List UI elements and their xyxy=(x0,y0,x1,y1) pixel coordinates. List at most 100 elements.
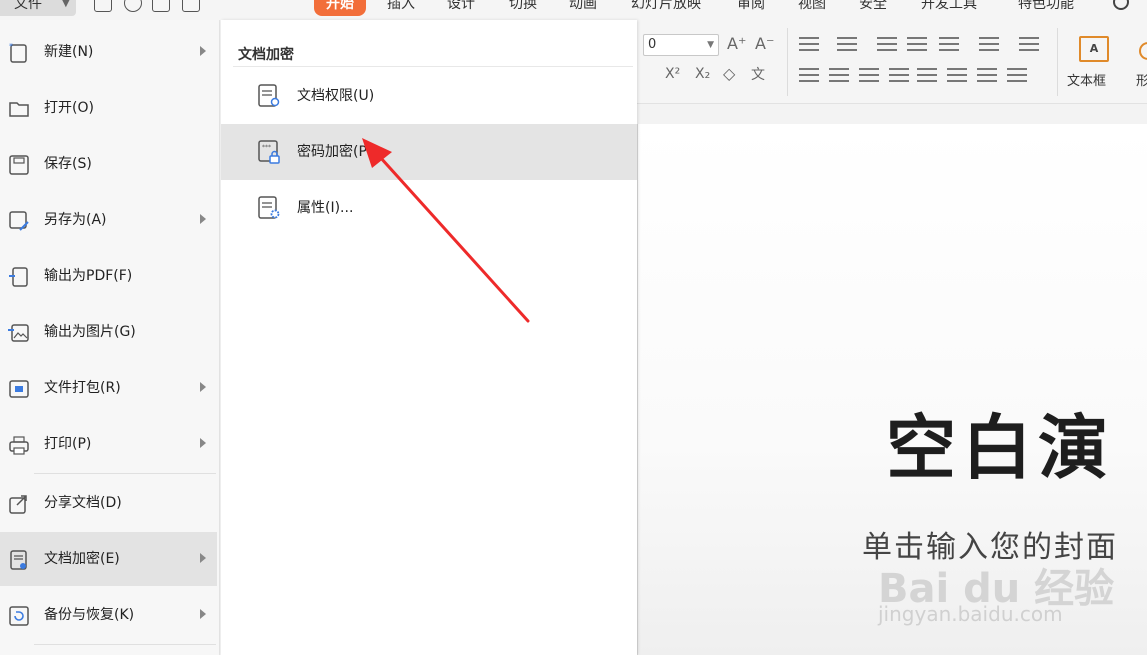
menu-divider xyxy=(34,644,216,645)
chevron-right-icon xyxy=(200,46,206,56)
menu-item-label: 新建(N) xyxy=(44,44,94,60)
ribbon-tab-bar: 文件 ▼ 开始 插入 设计 切换 动画 幻灯片放映 审阅 视图 安全 开发工具 … xyxy=(0,0,1147,20)
submenu-item-permissions[interactable]: 文档权限(U) xyxy=(221,68,637,124)
submenu-title: 文档加密 xyxy=(238,47,294,63)
decrease-indent-icon[interactable] xyxy=(877,37,897,51)
menu-item-label: 文件打包(R) xyxy=(44,380,121,396)
menu-item-export-pdf[interactable]: 输出为PDF(F) xyxy=(0,249,217,303)
shape-icon[interactable] xyxy=(1139,42,1147,60)
align-center-icon[interactable] xyxy=(829,68,849,82)
chevron-right-icon xyxy=(200,382,206,392)
increase-indent-icon[interactable] xyxy=(907,37,927,51)
format-painter-icon[interactable] xyxy=(124,0,142,12)
menu-item-label: 文档加密(E) xyxy=(44,551,120,567)
file-menu-label: 文件 xyxy=(14,0,42,12)
align-right-icon[interactable] xyxy=(859,68,879,82)
line-spacing-icon[interactable] xyxy=(1019,37,1039,51)
search-icon[interactable] xyxy=(1113,0,1129,10)
submenu-item-properties[interactable]: 属性(I)... xyxy=(221,180,637,236)
tab-slideshow[interactable]: 幻灯片放映 xyxy=(631,0,701,16)
textbox-button-label[interactable]: 文本框 xyxy=(1067,70,1106,89)
tab-security[interactable]: 安全 xyxy=(859,0,887,16)
chevron-down-icon: ▼ xyxy=(62,0,70,9)
tab-view[interactable]: 视图 xyxy=(798,0,826,16)
menu-item-open[interactable]: 打开(O) xyxy=(0,81,217,135)
tab-special[interactable]: 特色功能 xyxy=(1018,0,1074,16)
save-as-icon xyxy=(9,211,29,231)
textbox-icon[interactable]: A xyxy=(1079,36,1109,62)
package-icon xyxy=(9,380,29,398)
submenu-item-label: 属性(I)... xyxy=(297,200,354,216)
menu-divider xyxy=(34,473,216,474)
watermark-url: jingyan.baidu.com xyxy=(878,602,1063,626)
increase-font-icon[interactable]: A⁺ xyxy=(727,34,746,53)
menu-item-backup[interactable]: 备份与恢复(K) xyxy=(0,588,217,642)
menu-item-package[interactable]: 文件打包(R) xyxy=(0,361,217,415)
align-left-icon[interactable] xyxy=(799,68,819,82)
menu-item-print[interactable]: 打印(P) xyxy=(0,417,217,471)
toolbar-divider xyxy=(1057,28,1058,96)
svg-text:*: * xyxy=(9,42,13,51)
chevron-right-icon xyxy=(200,609,206,619)
menu-item-new[interactable]: * 新建(N) xyxy=(0,25,217,79)
font-size-value: 0 xyxy=(648,37,657,52)
menu-item-label: 备份与恢复(K) xyxy=(44,607,135,623)
tab-transition[interactable]: 切换 xyxy=(509,0,537,16)
ribbon-toolbar: 0 ▼ A⁺ A⁻ X² X₂ ◇ 文 A 文本框 形 xyxy=(637,20,1147,104)
menu-item-label: 保存(S) xyxy=(44,156,92,172)
backup-restore-icon xyxy=(9,606,29,626)
document-lock-icon xyxy=(10,550,27,570)
menu-item-encrypt[interactable]: 文档加密(E) xyxy=(0,532,217,586)
submenu-divider xyxy=(233,66,633,67)
tab-review[interactable]: 审阅 xyxy=(737,0,765,16)
slide-title[interactable]: 空白演 xyxy=(886,392,1114,493)
chevron-down-icon: ▼ xyxy=(707,40,714,50)
submenu-item-password[interactable]: *** 密码加密(P xyxy=(221,124,637,180)
print-icon[interactable] xyxy=(152,0,170,12)
line-height-icon[interactable] xyxy=(1007,68,1027,82)
menu-item-save[interactable]: 保存(S) xyxy=(0,137,217,191)
align-text-icon[interactable] xyxy=(979,37,999,51)
document-permission-icon xyxy=(258,84,280,107)
tab-home[interactable]: 开始 xyxy=(314,0,366,16)
menu-item-label: 输出为PDF(F) xyxy=(44,268,133,284)
tab-design[interactable]: 设计 xyxy=(447,0,475,16)
menu-item-label: 分享文档(D) xyxy=(44,495,122,511)
tab-devtools[interactable]: 开发工具 xyxy=(921,0,977,16)
menu-item-share[interactable]: 分享文档(D) xyxy=(0,476,217,530)
new-file-icon: * xyxy=(9,42,27,63)
print-preview-icon[interactable] xyxy=(182,0,200,12)
menu-item-export-image[interactable]: 输出为图片(G) xyxy=(0,305,217,359)
save-icon[interactable] xyxy=(94,0,112,12)
menu-item-label: 打印(P) xyxy=(44,436,92,452)
distribute-icon[interactable] xyxy=(917,68,937,82)
menu-item-label: 输出为图片(G) xyxy=(44,324,136,340)
submenu-item-label: 密码加密(P xyxy=(297,144,367,160)
text-direction-icon[interactable] xyxy=(939,37,959,51)
shape-button-label[interactable]: 形 xyxy=(1136,70,1147,89)
paragraph-spacing-icon[interactable] xyxy=(947,68,967,82)
slide-canvas[interactable]: 空白演 单击输入您的封面 Bai du 经验 jingyan.baidu.com xyxy=(637,124,1147,655)
file-menu-button[interactable]: 文件 ▼ xyxy=(0,0,76,16)
font-size-field[interactable]: 0 ▼ xyxy=(643,34,719,56)
menu-item-label: 打开(O) xyxy=(44,100,94,116)
superscript-icon[interactable]: X² xyxy=(665,66,680,82)
file-menu-panel: * 新建(N) 打开(O) 保存(S) 另存为(A) 输出为PDF(F) 输出为… xyxy=(0,20,220,655)
folder-open-icon xyxy=(9,102,29,117)
numbered-list-icon[interactable] xyxy=(837,37,857,51)
columns-icon[interactable] xyxy=(977,68,997,82)
tab-animation[interactable]: 动画 xyxy=(569,0,597,16)
decrease-font-icon[interactable]: A⁻ xyxy=(755,34,774,53)
share-icon xyxy=(9,495,27,514)
subscript-icon[interactable]: X₂ xyxy=(695,66,710,82)
toolbar-divider xyxy=(787,28,788,96)
clear-format-icon[interactable]: ◇ xyxy=(723,64,735,83)
phonetic-guide-icon[interactable]: 文 xyxy=(751,64,765,84)
svg-text:***: *** xyxy=(262,144,271,151)
document-properties-icon xyxy=(258,196,280,219)
bullet-list-icon[interactable] xyxy=(799,37,819,51)
menu-item-save-as[interactable]: 另存为(A) xyxy=(0,193,217,247)
chevron-right-icon xyxy=(200,553,206,563)
tab-insert[interactable]: 插入 xyxy=(387,0,415,16)
justify-icon[interactable] xyxy=(889,68,909,82)
